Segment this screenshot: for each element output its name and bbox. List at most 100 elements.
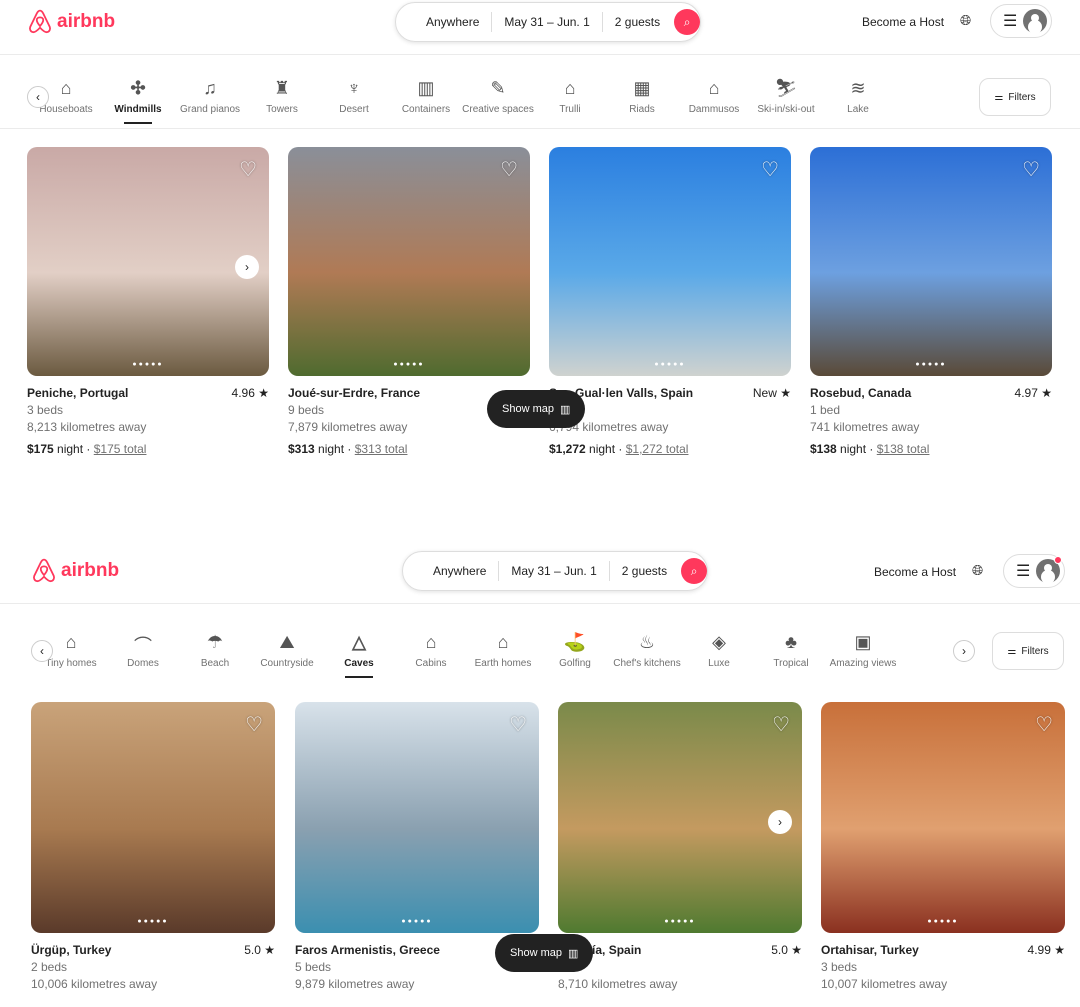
category-icon: ▣ [854, 632, 872, 652]
category-containers[interactable]: ▥ Containers [390, 78, 462, 115]
search-guests[interactable]: 2 guests [603, 12, 672, 32]
category-domes[interactable]: ⌒ Domes [107, 632, 179, 669]
category-icon: ⌂ [564, 78, 576, 98]
listing-beds: 1 bed [549, 403, 791, 417]
star-icon: ★ [780, 386, 791, 400]
listing-card[interactable]: ♡ ●●●●● Son Gual·len Valls, SpainNew ★ 1… [549, 147, 791, 456]
category-amazing-views[interactable]: ▣ Amazing views [827, 632, 899, 669]
next-photo-button[interactable]: › [235, 255, 259, 279]
category-caves[interactable]: △ Caves [323, 632, 395, 678]
listing-rating: 4.96 ★ [231, 386, 269, 400]
listing-title: Ürgüp, Turkey [31, 943, 112, 957]
listing-card[interactable]: ♡ ●●●●● Rosebud, Canada 4.97 ★ 1 bed 741 … [810, 147, 1052, 456]
show-map-button[interactable]: Show map ▥ [495, 934, 594, 972]
listing-photo[interactable]: ♡ ●●●●● [295, 702, 539, 933]
heart-icon[interactable]: ♡ [500, 157, 518, 182]
show-map-button[interactable]: Show map ▥ [487, 390, 586, 428]
listing-distance: 8,213 kilometres away [27, 420, 147, 434]
category-countryside[interactable]: ⛰ Countryside [251, 632, 323, 669]
listing-card[interactable]: ♡ ●●●●● Ortahisar, Turkey 4.99 ★ 3 beds 1… [821, 702, 1065, 991]
category-trulli[interactable]: ⌂ Trulli [534, 78, 606, 115]
listing-total[interactable]: $1,272 total [626, 442, 689, 456]
listing-beds: 3 beds [821, 960, 858, 974]
heart-icon[interactable]: ♡ [239, 157, 257, 182]
listing-photo[interactable]: ♡ ●●●●● [31, 702, 275, 933]
category-cabins[interactable]: ⌂ Cabins [395, 632, 467, 669]
heart-icon[interactable]: ♡ [509, 712, 527, 737]
listing-photo[interactable]: ♡ › ●●●●● [558, 702, 802, 933]
search-where[interactable]: Anywhere [421, 561, 500, 581]
category-riads[interactable]: ▦ Riads [606, 78, 678, 115]
scroll-left-button[interactable]: ‹ [31, 640, 53, 662]
listing-title: Joué-sur-Erdre, France [288, 386, 421, 400]
filters-button[interactable]: ⚌ Filters [979, 78, 1051, 116]
search-button[interactable]: ⌕ [681, 558, 708, 584]
listing-photo[interactable]: ♡ ●●●●● [288, 147, 530, 376]
become-host-link[interactable]: Become a Host [862, 15, 944, 29]
search-dates[interactable]: May 31 – Jun. 1 [499, 561, 610, 581]
airbnb-logo[interactable]: airbnb [27, 8, 115, 36]
photo-dots: ●●●●● [132, 361, 164, 368]
listing-photo[interactable]: ♡ ●●●●● [821, 702, 1065, 933]
star-icon: ★ [1054, 943, 1065, 957]
category-desert[interactable]: ♆ Desert [318, 78, 390, 115]
listing-photo[interactable]: ♡ ●●●●● [549, 147, 791, 376]
user-menu-button[interactable]: ☰ [990, 4, 1052, 38]
listing-photo[interactable]: ♡ ●●●●● [810, 147, 1052, 376]
category-icon: ✎ [490, 78, 506, 98]
search-dates[interactable]: May 31 – Jun. 1 [492, 12, 603, 32]
category-icon: ☂ [206, 632, 224, 652]
category-golfing[interactable]: ⛳ Golfing [539, 632, 611, 669]
listing-photo[interactable]: ♡ › ●●●●● [27, 147, 269, 376]
search-where[interactable]: Anywhere [414, 12, 493, 32]
category-ski-in-ski-out[interactable]: ⛷ Ski-in/ski-out [750, 78, 822, 115]
listing-rating: 4.97 ★ [1014, 386, 1052, 400]
listing-price: $175 night · $175 total [27, 442, 147, 456]
listing-distance: 8,710 kilometres away [558, 977, 678, 991]
category-lake[interactable]: ≋ Lake [822, 78, 894, 115]
category-icon: ◈ [712, 632, 726, 652]
listing-total[interactable]: $175 total [94, 442, 147, 456]
scroll-right-button[interactable]: › [953, 640, 975, 662]
sliders-icon: ⚌ [1007, 645, 1017, 657]
category-windmills[interactable]: ✣ Windmills [102, 78, 174, 124]
heart-icon[interactable]: ♡ [245, 712, 263, 737]
hamburger-icon: ☰ [1003, 13, 1018, 30]
category-earth-homes[interactable]: ⌂ Earth homes [467, 632, 539, 669]
search-button[interactable]: ⌕ [674, 9, 701, 35]
listing-card[interactable]: ♡ › ●●●●● Almería, Spain 5.0 ★ 8,710 kilo… [558, 702, 802, 991]
listing-card[interactable]: ♡ › ●●●●● Peniche, Portugal 4.96 ★ 3 beds… [27, 147, 269, 456]
divider [0, 128, 1080, 129]
search-bar[interactable]: Anywhere May 31 – Jun. 1 2 guests ⌕ [395, 2, 702, 42]
category-dammusos[interactable]: ⌂ Dammusos [678, 78, 750, 115]
heart-icon[interactable]: ♡ [772, 712, 790, 737]
category-towers[interactable]: ♜ Towers [246, 78, 318, 115]
listing-total[interactable]: $138 total [877, 442, 930, 456]
photo-dots: ●●●●● [393, 361, 425, 368]
category-luxe[interactable]: ◈ Luxe [683, 632, 755, 669]
category-creative-spaces[interactable]: ✎ Creative spaces [462, 78, 534, 115]
globe-icon[interactable]: 🌐︎ [960, 12, 971, 29]
category-tropical[interactable]: ♣ Tropical [755, 632, 827, 669]
heart-icon[interactable]: ♡ [761, 157, 779, 182]
category-beach[interactable]: ☂ Beach [179, 632, 251, 669]
airbnb-logo[interactable]: airbnb [31, 557, 119, 585]
filters-button[interactable]: ⚌ Filters [992, 632, 1064, 670]
user-menu-button[interactable]: ☰ [1003, 554, 1065, 588]
category-icon: ▦ [633, 78, 651, 98]
become-host-link[interactable]: Become a Host [874, 565, 956, 579]
category-grand-pianos[interactable]: ♫ Grand pianos [174, 78, 246, 115]
heart-icon[interactable]: ♡ [1035, 712, 1053, 737]
scroll-left-button[interactable]: ‹ [27, 86, 49, 108]
search-guests[interactable]: 2 guests [610, 561, 679, 581]
globe-icon[interactable]: 🌐︎ [972, 562, 983, 579]
next-photo-button[interactable]: › [768, 810, 792, 834]
search-bar[interactable]: Anywhere May 31 – Jun. 1 2 guests ⌕ [402, 551, 709, 591]
category-chef-s-kitchens[interactable]: ♨ Chef's kitchens [611, 632, 683, 669]
category-icon: ⌂ [708, 78, 720, 98]
heart-icon[interactable]: ♡ [1022, 157, 1040, 182]
listing-total[interactable]: $313 total [355, 442, 408, 456]
listing-title: Faros Armenistis, Greece [295, 943, 440, 957]
listing-distance: 6,794 kilometres away [549, 420, 669, 434]
listing-card[interactable]: ♡ ●●●●● Ürgüp, Turkey 5.0 ★ 2 beds 10,006… [31, 702, 275, 991]
